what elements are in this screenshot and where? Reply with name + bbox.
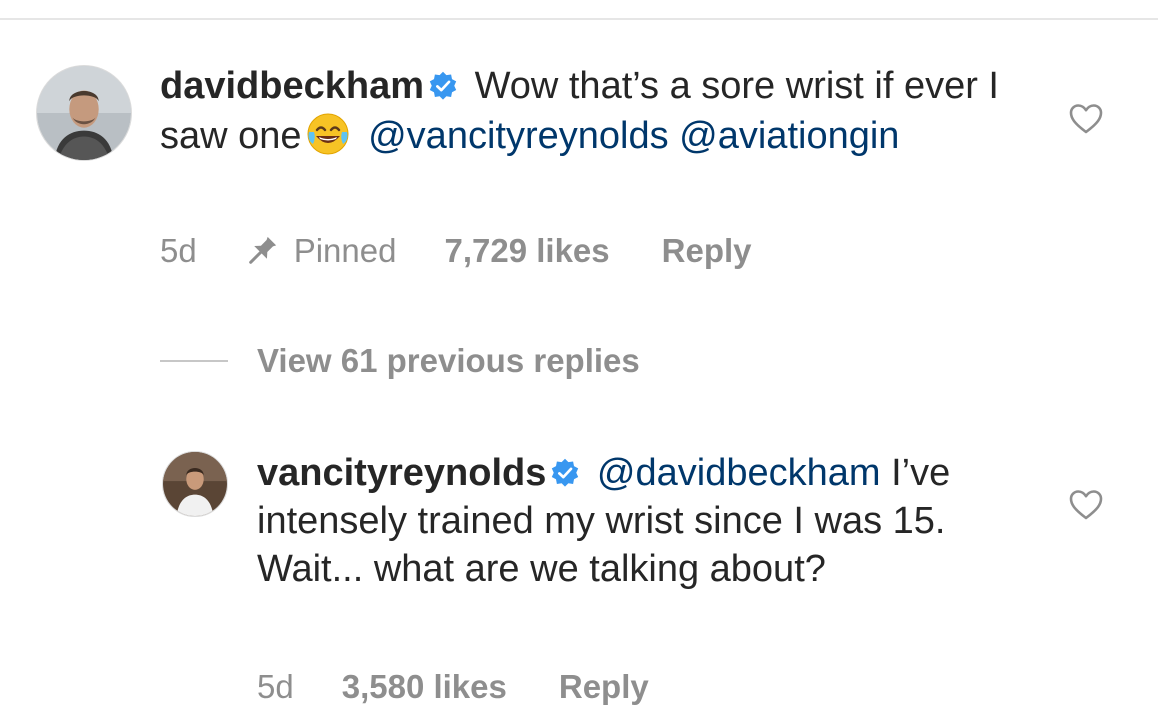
- reply-button[interactable]: Reply: [559, 668, 649, 706]
- verified-badge-icon: [428, 71, 458, 101]
- mention-link[interactable]: @davidbeckham: [597, 452, 881, 494]
- avatar[interactable]: [36, 65, 132, 161]
- view-replies-label: View 61 previous replies: [257, 342, 640, 379]
- avatar[interactable]: [162, 451, 228, 517]
- replies-divider: [160, 360, 228, 362]
- reply-body: vancityreynolds @davidbeckham I’ve inten…: [257, 449, 1017, 593]
- face-with-tears-of-joy-icon: [304, 110, 352, 158]
- mention-link[interactable]: @aviationgin: [679, 115, 899, 157]
- comment-likes[interactable]: 7,729 likes: [444, 232, 609, 270]
- reply-time[interactable]: 5d: [257, 668, 294, 706]
- avatar-image: [163, 452, 227, 516]
- comment-body: davidbeckham Wow that’s a sore wrist if …: [160, 62, 1020, 160]
- reply-button[interactable]: Reply: [662, 232, 752, 270]
- heart-outline-icon[interactable]: [1068, 487, 1104, 523]
- verified-badge-icon: [550, 458, 580, 488]
- reply-meta: 5d 3,580 likes Reply: [257, 664, 649, 710]
- reply-likes[interactable]: 3,580 likes: [342, 668, 507, 706]
- top-divider: [0, 18, 1158, 20]
- heart-outline-icon[interactable]: [1068, 101, 1104, 137]
- comment-username[interactable]: davidbeckham: [160, 65, 424, 107]
- reply-username[interactable]: vancityreynolds: [257, 452, 546, 494]
- mention-link[interactable]: @vancityreynolds: [368, 115, 668, 157]
- comment-meta: 5d Pinned 7,729 likes Reply: [160, 228, 752, 274]
- view-previous-replies-button[interactable]: View 61 previous replies: [160, 338, 640, 384]
- avatar-image: [37, 66, 131, 160]
- comment-time[interactable]: 5d: [160, 232, 197, 270]
- pin-icon: [242, 231, 282, 271]
- pinned-label: Pinned: [293, 232, 397, 269]
